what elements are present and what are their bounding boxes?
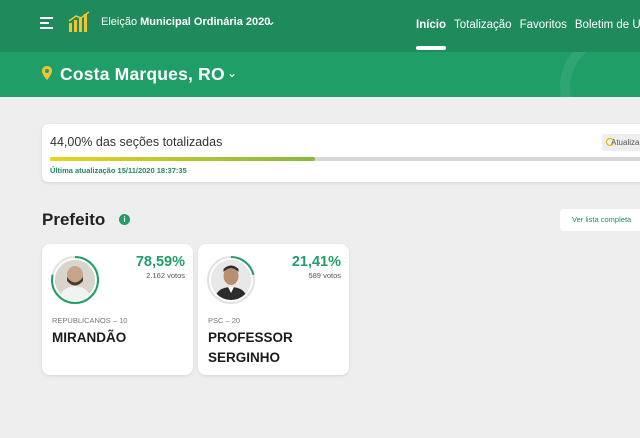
election-selector[interactable]: Eleição Municipal Ordinária 2020 bbox=[101, 16, 270, 28]
last-update-timestamp: Última atualização 15/11/2020 18:37:35 bbox=[50, 166, 187, 175]
full-list-button[interactable]: Ver lista completa bbox=[560, 209, 640, 231]
candidate-votes: 2.162 votos bbox=[146, 271, 185, 280]
top-navigation-bar: Eleição Municipal Ordinária 2020 ⌄ Iníci… bbox=[0, 0, 640, 52]
main-nav: Início Totalização Favoritos Boletim de Urn… bbox=[416, 19, 640, 31]
totalization-progress-card: 44,00% das seções totalizadas Atualizar … bbox=[42, 124, 640, 182]
nav-favoritos[interactable]: Favoritos bbox=[520, 19, 567, 31]
nav-inicio[interactable]: Início bbox=[416, 19, 446, 31]
city-name[interactable]: Costa Marques, RO bbox=[60, 64, 225, 85]
candidate-photo bbox=[211, 260, 251, 300]
chart-logo-icon bbox=[68, 11, 90, 32]
nav-boletim-de-urna[interactable]: Boletim de Urna bbox=[575, 19, 640, 31]
location-pin-icon bbox=[42, 66, 52, 80]
menu-icon[interactable] bbox=[40, 17, 53, 29]
section-title: Prefeito bbox=[42, 210, 106, 229]
progress-bar-fill bbox=[50, 157, 315, 161]
progress-title: 44,00% das seções totalizadas bbox=[50, 135, 223, 149]
candidate-party: PSC – 20 bbox=[208, 316, 241, 325]
nav-totalizacao[interactable]: Totalização bbox=[454, 19, 512, 31]
info-icon[interactable]: i bbox=[119, 214, 130, 225]
candidate-name: MIRANDÃO bbox=[52, 330, 127, 345]
candidate-percentage: 21,41% bbox=[291, 254, 341, 270]
progress-bar bbox=[50, 157, 640, 161]
election-name: Municipal Ordinária 2020 bbox=[140, 16, 271, 28]
candidate-name: PROFESSOR SERGINHO bbox=[208, 330, 293, 365]
candidate-party: REPUBLICANOS – 10 bbox=[52, 316, 128, 325]
decorative-circle bbox=[560, 52, 640, 97]
candidate-votes: 589 votos bbox=[308, 271, 341, 280]
election-prefix: Eleição bbox=[101, 16, 138, 28]
update-button[interactable]: Atualizar bbox=[602, 134, 640, 151]
candidate-photo bbox=[55, 260, 95, 300]
city-bar: Costa Marques, RO ⌄ bbox=[0, 52, 640, 97]
candidate-card[interactable]: 21,41% 589 votos PSC – 20 PROFESSOR SERG… bbox=[198, 244, 349, 375]
chevron-down-icon[interactable]: ⌄ bbox=[266, 14, 276, 28]
candidate-percentage: 78,59% bbox=[135, 254, 185, 270]
candidate-card[interactable]: 78,59% 2.162 votos REPUBLICANOS – 10 MIR… bbox=[42, 244, 193, 375]
city-chevron-down-icon[interactable]: ⌄ bbox=[227, 66, 237, 80]
